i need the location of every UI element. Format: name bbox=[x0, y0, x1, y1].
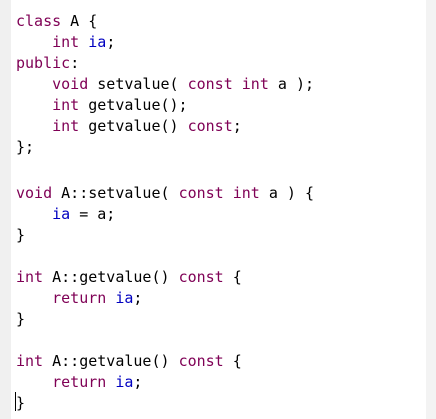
code-token: }; bbox=[16, 138, 35, 156]
keyword-token: const bbox=[187, 75, 233, 93]
field-token: ia bbox=[52, 205, 71, 223]
code-line[interactable]: int A::getvalue() const { bbox=[16, 267, 314, 288]
code-token: } bbox=[16, 394, 26, 412]
code-token: : bbox=[70, 54, 80, 72]
code-token: } bbox=[16, 226, 26, 244]
code-line[interactable]: } bbox=[16, 225, 314, 246]
keyword-token: const bbox=[178, 184, 224, 202]
code-line[interactable]: class A { bbox=[16, 11, 314, 32]
keyword-token: int bbox=[52, 33, 80, 51]
keyword-token: int bbox=[52, 117, 80, 135]
keyword-token: return bbox=[52, 289, 107, 307]
blank-line[interactable] bbox=[16, 158, 314, 183]
keyword-token: int bbox=[16, 352, 44, 370]
keyword-token: class bbox=[16, 12, 62, 30]
blank-line[interactable] bbox=[16, 246, 314, 267]
code-line[interactable]: int A::getvalue() const { bbox=[16, 351, 314, 372]
keyword-token: void bbox=[52, 75, 89, 93]
code-line[interactable]: public: bbox=[16, 53, 314, 74]
field-token: ia bbox=[115, 289, 134, 307]
code-line[interactable]: int getvalue() const; bbox=[16, 116, 314, 137]
code-line[interactable]: } bbox=[16, 393, 314, 414]
code-token: = a; bbox=[70, 205, 116, 223]
code-token: A::setvalue( bbox=[52, 184, 179, 202]
code-editor[interactable]: class A { int ia; public: void setvalue( … bbox=[0, 0, 436, 419]
code-token: getvalue(); bbox=[79, 96, 188, 114]
code-token: getvalue() bbox=[79, 117, 188, 135]
keyword-token: int bbox=[241, 75, 269, 93]
keyword-token: return bbox=[52, 373, 107, 391]
keyword-token: const bbox=[178, 352, 224, 370]
code-token: setvalue( bbox=[88, 75, 188, 93]
keyword-token: int bbox=[52, 96, 80, 114]
code-token: A { bbox=[61, 12, 98, 30]
code-token: { bbox=[223, 352, 242, 370]
code-token: } bbox=[16, 310, 26, 328]
code-token: A::getvalue() bbox=[43, 352, 179, 370]
keyword-token: const bbox=[187, 117, 233, 135]
code-line[interactable]: ia = a; bbox=[16, 204, 314, 225]
field-token: ia bbox=[88, 33, 107, 51]
keyword-token: const bbox=[178, 268, 224, 286]
field-token: ia bbox=[115, 373, 134, 391]
code-line[interactable]: return ia; bbox=[16, 288, 314, 309]
code-token: A::getvalue() bbox=[43, 268, 179, 286]
editor-gutter bbox=[0, 0, 11, 419]
keyword-token: void bbox=[16, 184, 53, 202]
keyword-token: public bbox=[16, 54, 71, 72]
code-line[interactable]: } bbox=[16, 309, 314, 330]
code-token: { bbox=[223, 268, 242, 286]
code-token: ; bbox=[106, 33, 116, 51]
code-token: ; bbox=[133, 289, 143, 307]
blank-line[interactable] bbox=[16, 330, 314, 351]
code-text-area[interactable]: class A { int ia; public: void setvalue( … bbox=[16, 11, 314, 414]
code-token: ; bbox=[232, 117, 242, 135]
text-cursor bbox=[15, 392, 16, 411]
code-line[interactable]: void A::setvalue( const int a ) { bbox=[16, 183, 314, 204]
keyword-token: int bbox=[16, 268, 44, 286]
keyword-token: int bbox=[232, 184, 260, 202]
editor-overview-ruler bbox=[426, 0, 436, 419]
code-token: a ); bbox=[268, 75, 315, 93]
code-line[interactable]: int ia; bbox=[16, 32, 314, 53]
code-token: a ) { bbox=[259, 184, 315, 202]
code-token: ; bbox=[133, 373, 143, 391]
code-line[interactable]: int getvalue(); bbox=[16, 95, 314, 116]
code-line[interactable]: }; bbox=[16, 137, 314, 158]
code-line[interactable]: void setvalue( const int a ); bbox=[16, 74, 314, 95]
code-line[interactable]: return ia; bbox=[16, 372, 314, 393]
